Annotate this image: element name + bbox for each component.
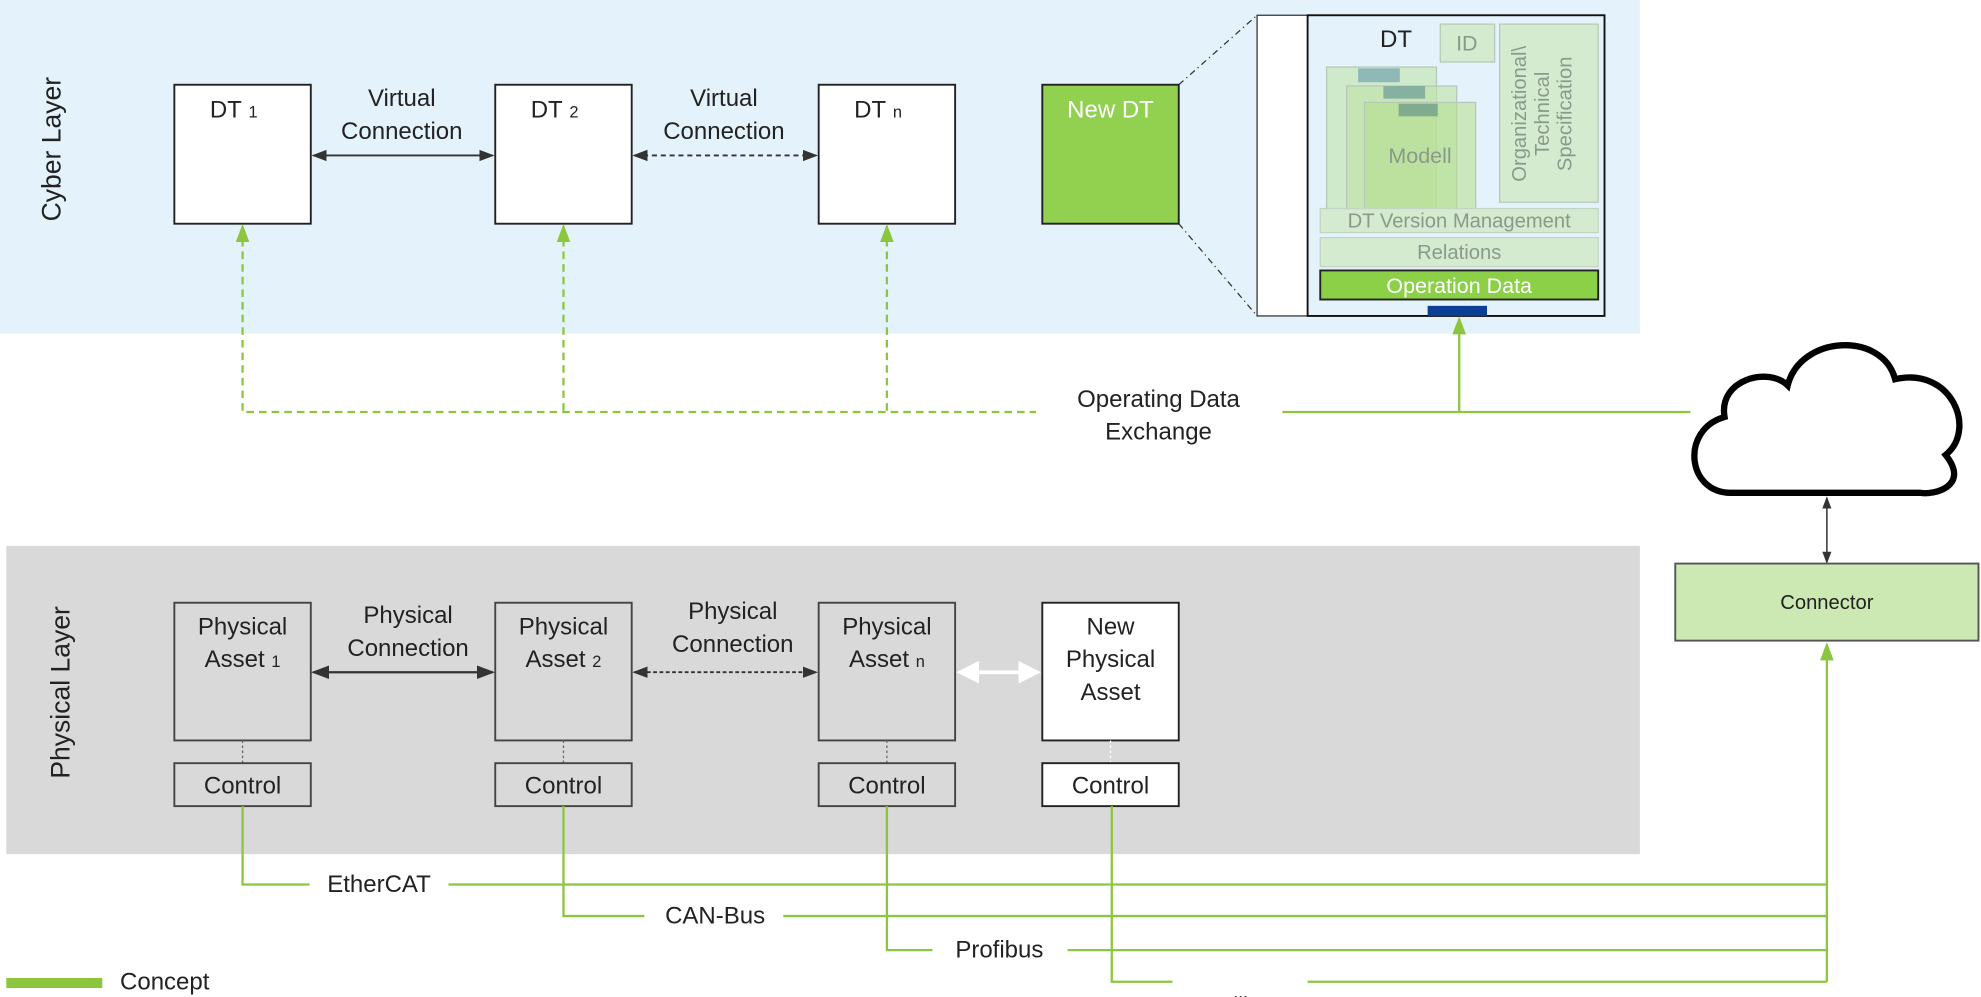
bus-profibus: Profibus (955, 937, 1043, 964)
svg-text:Asset: Asset (1081, 679, 1141, 706)
svg-text:New: New (1087, 613, 1136, 640)
bus-can: CAN-Bus (665, 903, 765, 930)
bus-more: ... (1233, 982, 1248, 997)
virtual-connection-label-2b: Connection (663, 118, 784, 145)
svg-text:Physical: Physical (842, 613, 931, 640)
legend-swatch (6, 977, 103, 989)
dt-1: DT 1 (173, 83, 312, 225)
svg-text:Asset 1: Asset 1 (205, 646, 281, 673)
svg-text:Technical: Technical (1532, 72, 1554, 156)
svg-text:Connector: Connector (1780, 592, 1873, 614)
id-label: ID (1456, 32, 1477, 56)
dt-n: DT n (817, 83, 957, 225)
data-port (1427, 305, 1488, 316)
virtual-connection-label-1b: Connection (341, 118, 462, 145)
dt-detail-title: DT (1380, 26, 1412, 53)
physical-asset-1: Physical Asset 1 (173, 601, 312, 742)
svg-text:Organizational\: Organizational\ (1509, 45, 1531, 181)
svg-text:Physical: Physical (198, 613, 287, 640)
legend-label: Concept (120, 968, 210, 995)
relations-label: Relations (1417, 242, 1501, 264)
physical-layer-label: Physical Layer (45, 606, 75, 779)
operation-data-label: Operation Data (1386, 274, 1532, 298)
diagram: Cyber Layer DT 1 DT 2 DT n Virtual Conne… (0, 0, 1980, 997)
dt-detail-panel: DT ID Organizational\ Technical Specific… (1256, 14, 1606, 317)
cloud-icon (1691, 342, 1963, 497)
physical-connection-label-2a: Physical (688, 598, 777, 625)
new-dt: New DT (1041, 83, 1180, 225)
svg-text:Control: Control (525, 773, 602, 800)
control-1: Control (173, 762, 312, 808)
virtual-connection-label-1a: Virtual (368, 85, 436, 112)
svg-text:New DT: New DT (1067, 97, 1154, 124)
bus-ethercat: EtherCAT (327, 871, 431, 898)
physical-asset-2: Physical Asset 2 (494, 601, 633, 742)
svg-text:Specification: Specification (1555, 57, 1577, 172)
physical-connection-label-2b: Connection (672, 631, 793, 658)
svg-text:Asset n: Asset n (849, 646, 925, 673)
virtual-connection-label-2a: Virtual (690, 85, 758, 112)
physical-connection-label-1b: Connection (347, 635, 468, 662)
svg-text:Control: Control (204, 773, 281, 800)
svg-text:Control: Control (848, 773, 925, 800)
control-n: Control (817, 762, 957, 808)
exchange-label-1: Operating Data (1077, 386, 1240, 413)
version-management-label: DT Version Management (1348, 211, 1571, 233)
control-2: Control (494, 762, 633, 808)
svg-text:Control: Control (1072, 773, 1149, 800)
exchange-label-2: Exchange (1105, 419, 1212, 446)
new-physical-asset: New Physical Asset (1041, 601, 1180, 742)
control-new: Control (1041, 762, 1180, 808)
cyber-layer-label: Cyber Layer (37, 77, 67, 222)
svg-text:Physical: Physical (519, 613, 608, 640)
model-label: Modell (1388, 144, 1451, 168)
svg-text:Asset 2: Asset 2 (526, 646, 602, 673)
physical-connection-label-1a: Physical (363, 602, 452, 629)
svg-text:Physical: Physical (1066, 646, 1155, 673)
connector-box: Connector (1674, 562, 1980, 642)
dt-2: DT 2 (494, 83, 633, 225)
physical-asset-n: Physical Asset n (817, 601, 957, 742)
